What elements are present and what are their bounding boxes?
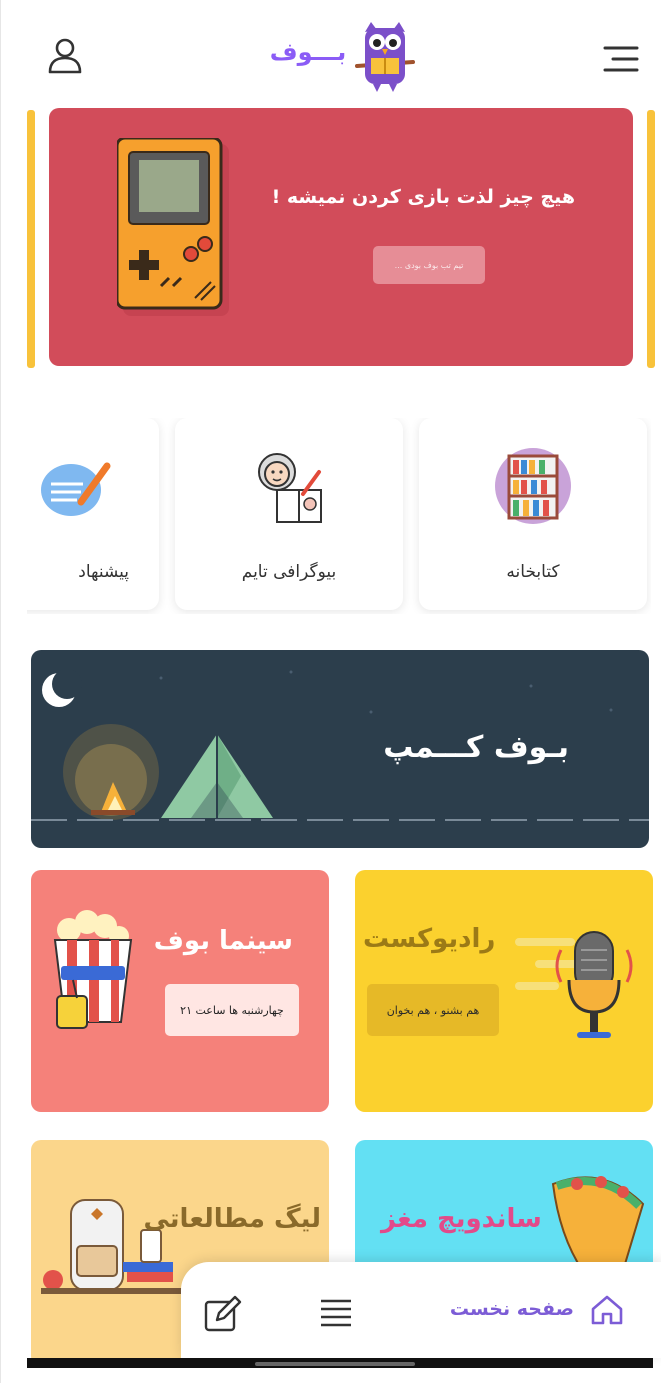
- category-label: بیوگرافی تایم: [241, 562, 337, 582]
- hero-title: هیچ چیز لذت بازی کردن نمیشه !: [271, 186, 575, 208]
- edit-note-icon[interactable]: [203, 1294, 243, 1332]
- app-logo-text: بـــوف: [269, 38, 347, 66]
- radiocast-tagline: هم بشنو ، هم بخوان: [367, 984, 499, 1036]
- popcorn-icon: [53, 910, 133, 1029]
- cinema-schedule: چهارشنبه ها ساعت ۲۱: [165, 984, 299, 1036]
- category-carousel[interactable]: کتابخانه بیوگرافی تایم پیشنهاد: [27, 418, 651, 614]
- home-icon[interactable]: [590, 1294, 624, 1326]
- app-screen: بـــوف هیچ چیز لذت بازی کردن نمیشه ! تیم…: [0, 0, 661, 1383]
- gameboy-illustration-icon: [117, 138, 229, 316]
- hero-banner[interactable]: هیچ چیز لذت بازی کردن نمیشه ! تیم تب بوف…: [49, 108, 633, 366]
- nav-home-label[interactable]: صفحه نخست: [450, 1298, 574, 1320]
- writer-icon: [258, 453, 322, 523]
- category-card-biography[interactable]: بیوگرافی تایم: [175, 418, 403, 610]
- cinema-title: سینما بوف: [153, 926, 293, 956]
- list-menu-icon[interactable]: [319, 1298, 353, 1328]
- hero-cta-button[interactable]: تیم تب بوف بودی ...: [373, 246, 485, 284]
- camp-title: بـوف کـــمپ: [383, 730, 569, 765]
- category-card-library[interactable]: کتابخانه: [419, 418, 647, 610]
- reading-league-title: لیگ مطالعاتی: [143, 1204, 321, 1234]
- app-header: بـــوف: [1, 0, 661, 100]
- radiocast-tile[interactable]: رادیوکست هم بشنو ، هم بخوان: [355, 870, 653, 1112]
- radiocast-title: رادیوکست: [363, 924, 496, 954]
- camp-banner[interactable]: بـوف کـــمپ: [31, 650, 649, 848]
- note-pencil-icon: [41, 462, 111, 516]
- hamburger-menu-icon[interactable]: [601, 44, 641, 76]
- owl-logo-icon: [355, 22, 415, 92]
- category-label: کتابخانه: [506, 562, 560, 582]
- bottom-navigation: صفحه نخست: [181, 1262, 661, 1358]
- home-indicator[interactable]: [255, 1362, 415, 1366]
- brain-sandwich-title: ساندویچ مغز: [381, 1204, 542, 1234]
- category-label: پیشنهاد: [78, 562, 129, 582]
- carousel-next-slide-edge[interactable]: [647, 110, 655, 368]
- category-card-suggestion[interactable]: پیشنهاد: [27, 418, 159, 610]
- microphone-icon: [515, 931, 633, 1038]
- cinema-tile[interactable]: سینما بوف چهارشنبه ها ساعت ۲۱: [31, 870, 329, 1112]
- user-profile-icon[interactable]: [45, 36, 85, 76]
- carousel-prev-slide-edge[interactable]: [27, 110, 35, 368]
- bookshelf-icon: [495, 448, 571, 524]
